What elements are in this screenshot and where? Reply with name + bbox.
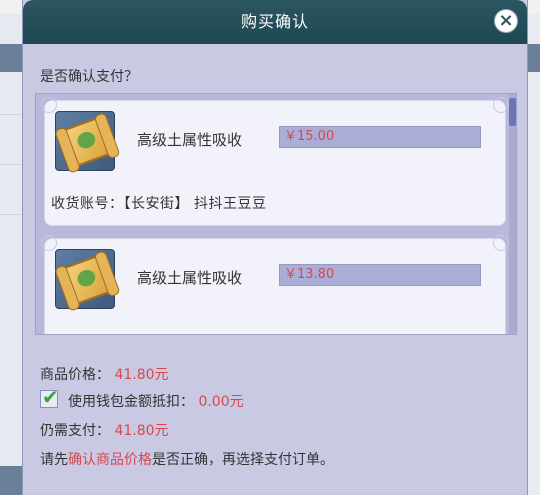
background-divider (0, 114, 22, 115)
card-corner-ornament (41, 235, 57, 251)
delivery-account-label: 收货账号： (51, 196, 124, 212)
goods-price-row: 商品价格： 41.80元 (40, 364, 169, 384)
order-item: 高级土属性吸收 ￥15.00 收货账号：【长安街】 抖抖王豆豆 (41, 97, 509, 226)
background-divider (0, 164, 22, 165)
dialog-title: 购买确认 (240, 12, 309, 31)
card-corner-ornament (493, 97, 509, 113)
wallet-deduct-checkbox[interactable]: ✔ (40, 385, 59, 409)
background-bottom-bar (0, 466, 22, 495)
list-scrollbar[interactable] (509, 94, 516, 334)
order-item: 高级土属性吸收 ￥13.80 (41, 235, 509, 334)
talisman-scroll-icon (54, 111, 121, 174)
confirm-prompt: 是否确认支付？ (40, 69, 138, 85)
dialog-titlebar: 购买确认 × (23, 0, 527, 44)
card-corner-ornament (41, 97, 57, 113)
order-item-list[interactable]: 高级土属性吸收 ￥15.00 收货账号：【长安街】 抖抖王豆豆 高级土属性吸收 … (35, 93, 517, 335)
background-divider (0, 214, 22, 215)
item-price: ￥15.00 (284, 129, 335, 144)
delivery-account-value: 【长安街】 抖抖王豆豆 (123, 196, 267, 212)
wallet-deduct-value: 0.00元 (198, 394, 244, 410)
goods-price-label: 商品价格： (40, 367, 110, 383)
hint-highlight: 确认商品价格 (68, 452, 152, 468)
scrollbar-thumb[interactable] (509, 98, 516, 126)
background-right-column (526, 14, 540, 495)
wallet-deduct-row: 使用钱包金额抵扣： 0.00元 (68, 391, 244, 411)
background-left-column (0, 14, 22, 495)
item-name: 高级土属性吸收 (137, 131, 243, 149)
item-price: ￥13.80 (284, 267, 335, 282)
close-icon[interactable]: × (495, 10, 517, 32)
item-name: 高级土属性吸收 (137, 269, 243, 287)
item-price-field: ￥13.80 (279, 264, 481, 286)
item-price-field: ￥15.00 (279, 126, 481, 148)
card-corner-ornament (493, 235, 509, 251)
goods-price-value: 41.80元 (114, 367, 169, 383)
hint-prefix: 请先 (40, 452, 68, 468)
hint-suffix: 是否正确，再选择支付订单。 (152, 452, 334, 468)
delivery-account: 收货账号：【长安街】 抖抖王豆豆 (51, 193, 266, 213)
amount-due-label: 仍需支付： (40, 423, 110, 439)
wallet-deduct-label: 使用钱包金额抵扣： (68, 394, 194, 410)
background-table-header (0, 44, 22, 72)
price-check-hint: 请先确认商品价格是否正确，再选择支付订单。 (40, 449, 334, 469)
purchase-confirm-dialog: 购买确认 × 是否确认支付？ 高级土属性吸收 ￥15.00 收货账号：【长安街】… (22, 0, 528, 495)
checkmark-icon: ✔ (42, 385, 59, 409)
talisman-scroll-icon (54, 249, 121, 312)
amount-due-row: 仍需支付： 41.80元 (40, 420, 169, 440)
background-table-header (526, 44, 540, 72)
amount-due-value: 41.80元 (114, 423, 169, 439)
